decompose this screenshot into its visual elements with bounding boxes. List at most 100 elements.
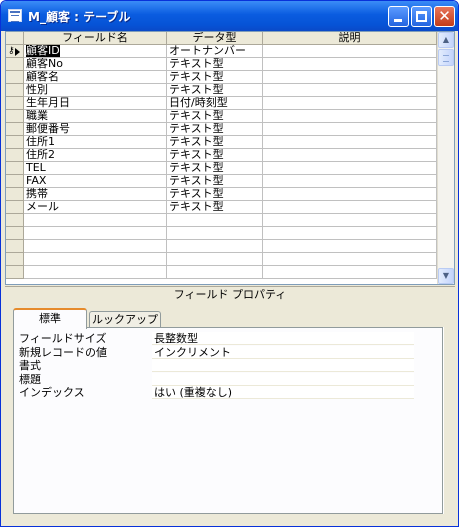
close-button[interactable]: ✕: [434, 6, 455, 27]
data-type-cell[interactable]: 日付/時刻型: [167, 97, 263, 110]
row-selector[interactable]: [6, 175, 24, 188]
table-row[interactable]: 住所2 テキスト型: [6, 149, 437, 162]
row-selector[interactable]: [6, 201, 24, 214]
table-row[interactable]: 郵便番号 テキスト型: [6, 123, 437, 136]
data-type-cell[interactable]: テキスト型: [167, 149, 263, 162]
description-cell[interactable]: [263, 110, 437, 123]
description-cell[interactable]: [263, 84, 437, 97]
row-selector[interactable]: [6, 214, 24, 227]
data-type-cell[interactable]: テキスト型: [167, 162, 263, 175]
row-selector[interactable]: ⚷: [6, 45, 24, 58]
description-cell[interactable]: [263, 149, 437, 162]
column-header-description[interactable]: 説明: [263, 32, 437, 45]
field-name-cell[interactable]: 住所2: [24, 149, 167, 162]
property-value-field[interactable]: 長整数型: [152, 332, 414, 345]
table-row[interactable]: TEL テキスト型: [6, 162, 437, 175]
field-name-cell[interactable]: 携帯: [24, 188, 167, 201]
table-row[interactable]: ⚷ 顧客ID オートナンバー: [6, 45, 437, 58]
row-selector[interactable]: [6, 136, 24, 149]
field-name-cell[interactable]: [24, 214, 167, 227]
data-type-cell[interactable]: [167, 240, 263, 253]
column-header-data-type[interactable]: データ型: [167, 32, 263, 45]
row-selector-header[interactable]: [6, 32, 24, 45]
field-name-cell[interactable]: TEL: [24, 162, 167, 175]
table-row[interactable]: [6, 227, 437, 240]
property-value-field[interactable]: インクリメント: [152, 345, 414, 359]
field-name-cell[interactable]: 性別: [24, 84, 167, 97]
row-selector[interactable]: [6, 71, 24, 84]
data-type-cell[interactable]: テキスト型: [167, 136, 263, 149]
description-cell[interactable]: [263, 162, 437, 175]
data-type-cell[interactable]: [167, 214, 263, 227]
tab-standard[interactable]: 標準: [13, 308, 87, 329]
description-cell[interactable]: [263, 71, 437, 84]
data-type-cell[interactable]: テキスト型: [167, 123, 263, 136]
vertical-scrollbar[interactable]: ▲ ▼: [437, 32, 454, 284]
row-selector[interactable]: [6, 227, 24, 240]
description-cell[interactable]: [263, 97, 437, 110]
minimize-button[interactable]: [388, 6, 409, 27]
description-cell[interactable]: [263, 188, 437, 201]
table-row[interactable]: 性別 テキスト型: [6, 84, 437, 97]
table-row[interactable]: 生年月日 日付/時刻型: [6, 97, 437, 110]
row-selector[interactable]: [6, 266, 24, 279]
row-selector[interactable]: [6, 123, 24, 136]
row-selector[interactable]: [6, 97, 24, 110]
description-cell[interactable]: [263, 175, 437, 188]
scroll-up-button[interactable]: ▲: [438, 32, 454, 48]
scroll-down-button[interactable]: ▼: [438, 268, 454, 284]
property-value-field[interactable]: [152, 372, 414, 386]
description-cell[interactable]: [263, 227, 437, 240]
data-type-cell[interactable]: テキスト型: [167, 84, 263, 97]
field-name-cell[interactable]: メール: [24, 201, 167, 214]
column-header-field-name[interactable]: フィールド名: [24, 32, 167, 45]
field-name-cell[interactable]: [24, 240, 167, 253]
data-type-cell[interactable]: テキスト型: [167, 201, 263, 214]
data-type-cell[interactable]: テキスト型: [167, 188, 263, 201]
row-selector[interactable]: [6, 253, 24, 266]
field-name-cell[interactable]: [24, 266, 167, 279]
row-selector[interactable]: [6, 84, 24, 97]
row-selector[interactable]: [6, 110, 24, 123]
field-name-cell[interactable]: 郵便番号: [24, 123, 167, 136]
description-cell[interactable]: [263, 58, 437, 71]
description-cell[interactable]: [263, 201, 437, 214]
description-cell[interactable]: [263, 136, 437, 149]
field-name-cell[interactable]: 職業: [24, 110, 167, 123]
field-name-cell[interactable]: 顧客No: [24, 58, 167, 71]
description-cell[interactable]: [263, 266, 437, 279]
title-bar[interactable]: M_顧客 : テーブル ✕: [1, 1, 458, 31]
table-row[interactable]: [6, 253, 437, 266]
field-name-cell[interactable]: 顧客ID: [24, 45, 167, 58]
description-cell[interactable]: [263, 45, 437, 58]
row-selector[interactable]: [6, 162, 24, 175]
field-name-cell[interactable]: 顧客名: [24, 71, 167, 84]
table-row[interactable]: FAX テキスト型: [6, 175, 437, 188]
data-type-cell[interactable]: [167, 266, 263, 279]
field-name-cell[interactable]: 住所1: [24, 136, 167, 149]
description-cell[interactable]: [263, 123, 437, 136]
property-value-field[interactable]: [152, 359, 414, 372]
data-type-cell[interactable]: テキスト型: [167, 71, 263, 84]
field-name-cell[interactable]: 生年月日: [24, 97, 167, 110]
field-name-cell[interactable]: [24, 253, 167, 266]
data-type-cell[interactable]: オートナンバー: [167, 45, 263, 58]
data-type-cell[interactable]: テキスト型: [167, 58, 263, 71]
table-row[interactable]: メール テキスト型: [6, 201, 437, 214]
data-type-cell[interactable]: [167, 227, 263, 240]
table-row[interactable]: 職業 テキスト型: [6, 110, 437, 123]
table-row[interactable]: [6, 266, 437, 279]
description-cell[interactable]: [263, 240, 437, 253]
data-type-cell[interactable]: テキスト型: [167, 175, 263, 188]
table-row[interactable]: [6, 240, 437, 253]
table-row[interactable]: 顧客No テキスト型: [6, 58, 437, 71]
maximize-button[interactable]: [411, 6, 432, 27]
data-type-cell[interactable]: [167, 253, 263, 266]
description-cell[interactable]: [263, 214, 437, 227]
scroll-thumb[interactable]: [438, 49, 454, 66]
row-selector[interactable]: [6, 240, 24, 253]
field-name-cell[interactable]: FAX: [24, 175, 167, 188]
description-cell[interactable]: [263, 253, 437, 266]
property-value-field[interactable]: はい (重複なし): [152, 386, 414, 399]
data-type-cell[interactable]: テキスト型: [167, 110, 263, 123]
